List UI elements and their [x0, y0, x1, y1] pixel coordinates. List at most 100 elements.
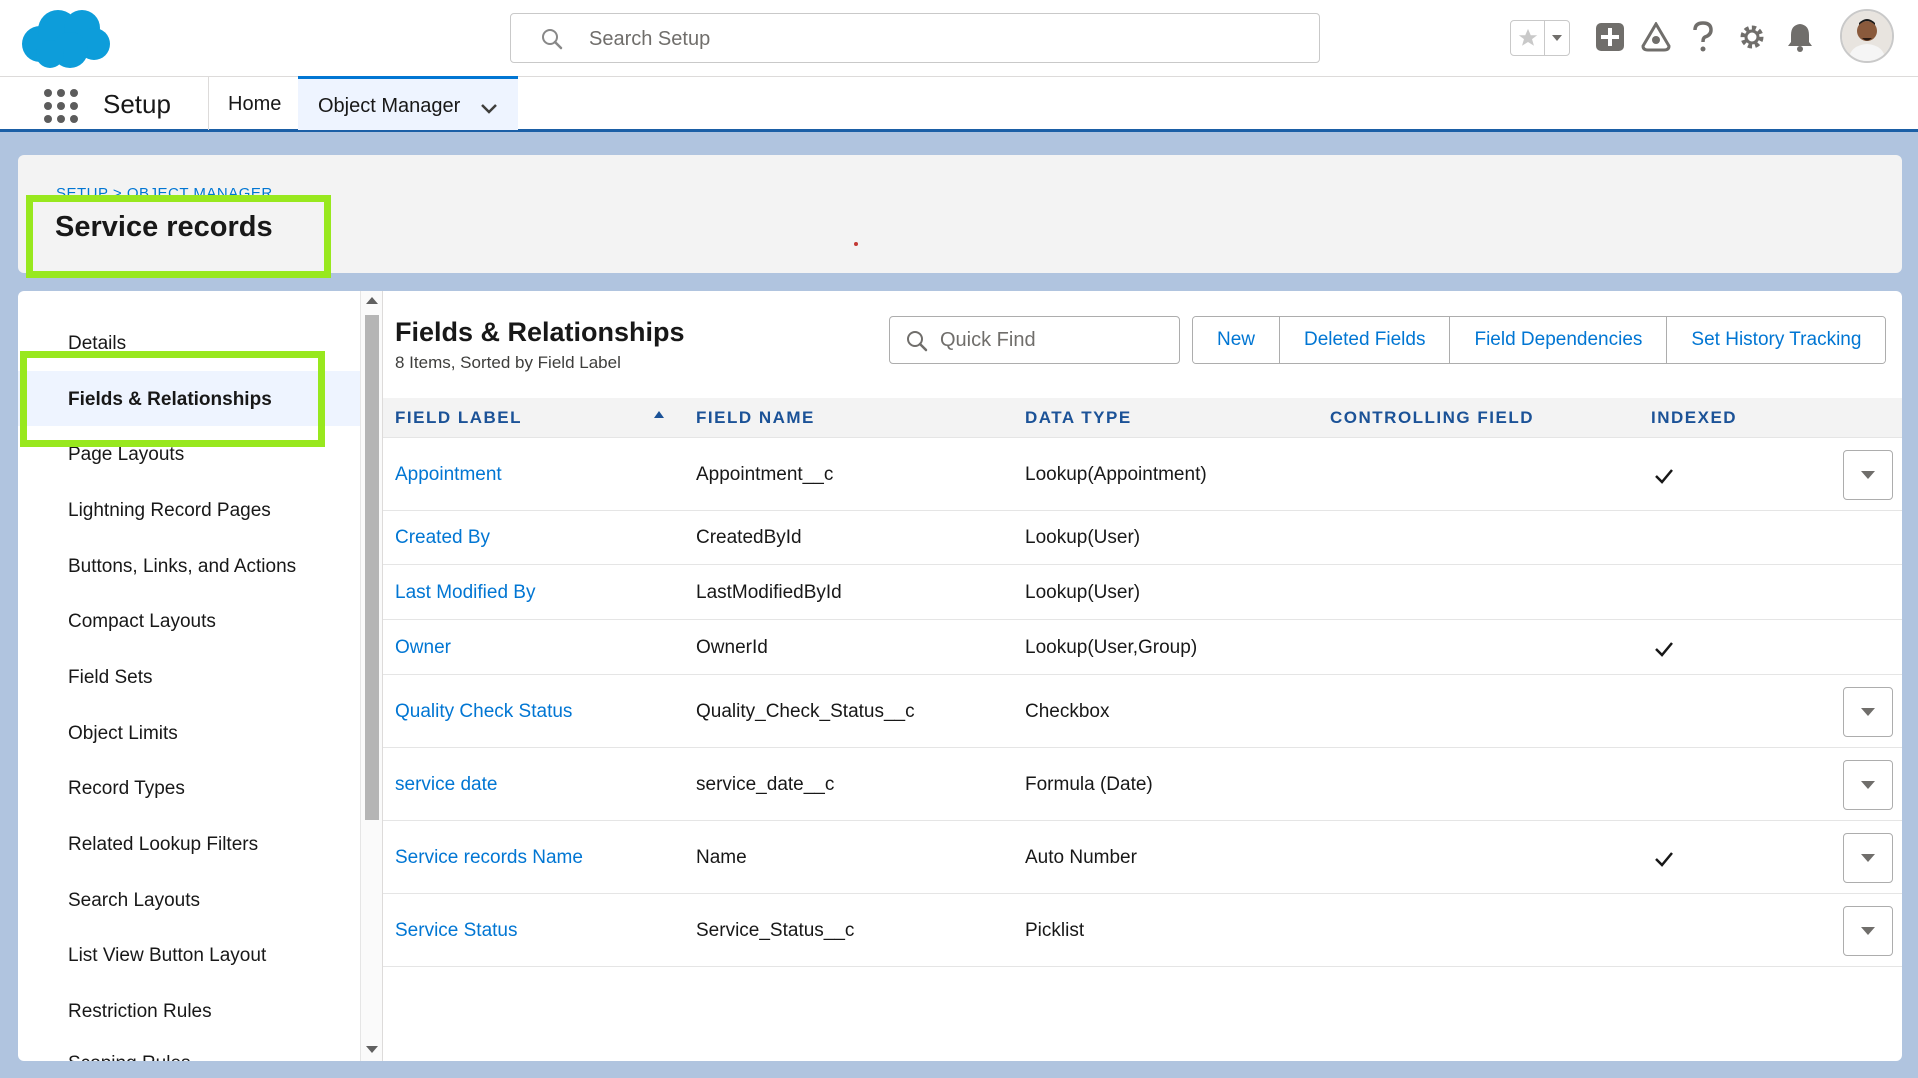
deleted-fields-button[interactable]: Deleted Fields	[1279, 317, 1450, 363]
indexed-check-icon	[1655, 642, 1673, 657]
field-label-link[interactable]: Created By	[395, 527, 490, 549]
sort-ascending-icon[interactable]	[654, 411, 664, 418]
column-header-controlling-field[interactable]: CONTROLLING FIELD	[1330, 408, 1534, 428]
favorites-button[interactable]	[1511, 21, 1545, 55]
column-header-field-name[interactable]: FIELD NAME	[696, 408, 815, 428]
favorites-list-button[interactable]	[1545, 21, 1569, 55]
nav-item-related-lookup-filters[interactable]: Related Lookup Filters	[68, 834, 258, 856]
field-label-link[interactable]: Service Status	[395, 920, 518, 942]
field-data-type: Checkbox	[1025, 701, 1110, 722]
field-dependencies-button[interactable]: Field Dependencies	[1449, 317, 1667, 363]
global-header: Search Setup	[0, 0, 1918, 76]
section-title: Fields & Relationships	[395, 317, 685, 347]
user-avatar[interactable]	[1840, 9, 1894, 63]
table-row: service date service_date__c Formula (Date…	[383, 748, 1902, 821]
setup-search-input[interactable]: Search Setup	[510, 13, 1320, 63]
field-api-name: OwnerId	[696, 637, 768, 658]
new-button[interactable]: New	[1193, 317, 1280, 363]
search-icon	[907, 331, 928, 352]
indexed-check-icon	[1655, 852, 1673, 867]
column-header-indexed[interactable]: INDEXED	[1651, 408, 1737, 428]
field-data-type: Lookup(Appointment)	[1025, 464, 1207, 485]
caret-down-icon	[1552, 35, 1562, 41]
field-data-type: Formula (Date)	[1025, 774, 1153, 795]
tab-home[interactable]: Home	[228, 93, 281, 116]
action-button-group: New Deleted Fields Field Dependencies Se…	[1192, 316, 1887, 364]
scroll-down-arrow-icon[interactable]	[366, 1046, 378, 1053]
nav-item-lightning-record-pages[interactable]: Lightning Record Pages	[68, 500, 271, 522]
plus-icon	[1596, 23, 1624, 51]
app-launcher-icon[interactable]	[44, 89, 78, 123]
field-label-link[interactable]: service date	[395, 774, 497, 796]
trailhead-button[interactable]	[1638, 18, 1674, 56]
salesforce-logo[interactable]	[20, 8, 112, 70]
field-data-type: Lookup(User)	[1025, 527, 1141, 548]
quick-find-placeholder: Quick Find	[940, 329, 1036, 351]
nav-item-scoping-rules[interactable]: Scoping Rules	[68, 1053, 191, 1061]
help-button[interactable]	[1685, 18, 1721, 56]
global-actions-button[interactable]	[1592, 18, 1628, 56]
bell-icon	[1788, 24, 1812, 52]
caret-down-icon	[1861, 471, 1875, 479]
search-icon	[542, 29, 563, 50]
column-header-field-label[interactable]: FIELD LABEL	[395, 408, 522, 428]
chevron-down-icon[interactable]	[478, 97, 500, 119]
field-api-name: Appointment__c	[696, 464, 834, 485]
object-page-header: SETUP > OBJECT MANAGER Service records	[18, 155, 1902, 278]
nav-item-record-types[interactable]: Record Types	[68, 778, 185, 800]
row-actions-button[interactable]	[1843, 760, 1893, 810]
field-data-type: Picklist	[1025, 920, 1085, 941]
nav-highlight-box	[20, 351, 325, 447]
nav-divider	[208, 77, 209, 130]
star-icon	[1518, 28, 1537, 46]
table-row: Service Status Service_Status__c Picklist	[383, 894, 1902, 967]
row-actions-button[interactable]	[1843, 450, 1893, 500]
field-label-link[interactable]: Service records Name	[395, 847, 583, 869]
field-api-name: Service_Status__c	[696, 920, 855, 941]
column-header-data-type[interactable]: DATA TYPE	[1025, 408, 1132, 428]
nav-item-compact-layouts[interactable]: Compact Layouts	[68, 611, 216, 633]
caret-down-icon	[1861, 708, 1875, 716]
caret-down-icon	[1861, 927, 1875, 935]
field-data-type: Lookup(User)	[1025, 582, 1141, 603]
nav-item-page-layouts[interactable]: Page Layouts	[68, 444, 184, 466]
app-name: Setup	[103, 89, 171, 119]
favorites-group	[1510, 20, 1570, 56]
question-mark-icon	[1693, 21, 1713, 52]
row-actions-button[interactable]	[1843, 906, 1893, 956]
table-row: Last Modified By LastModifiedById Lookup(U…	[383, 565, 1902, 620]
gear-icon	[1740, 25, 1764, 49]
field-data-type: Auto Number	[1025, 847, 1137, 868]
tab-object-manager-label: Object Manager	[318, 95, 461, 117]
context-bar: Setup Home Object Manager	[0, 76, 1918, 132]
field-label-link[interactable]: Appointment	[395, 464, 502, 486]
item-count-subtitle: 8 Items, Sorted by Field Label	[395, 353, 621, 372]
notifications-button[interactable]	[1782, 18, 1818, 56]
nav-item-search-layouts[interactable]: Search Layouts	[68, 890, 200, 912]
table-header-row: FIELD LABEL FIELD NAME DATA TYPE CONTROL…	[383, 398, 1902, 438]
tab-object-manager[interactable]: Object Manager	[298, 76, 518, 130]
row-actions-button[interactable]	[1843, 687, 1893, 737]
field-api-name: Name	[696, 847, 747, 868]
nav-item-object-limits[interactable]: Object Limits	[68, 723, 178, 745]
caret-down-icon	[1861, 854, 1875, 862]
setup-gear-button[interactable]	[1734, 18, 1770, 56]
nav-item-restriction-rules[interactable]: Restriction Rules	[68, 1001, 212, 1023]
row-actions-button[interactable]	[1843, 833, 1893, 883]
scrollbar-thumb[interactable]	[365, 315, 379, 820]
nav-item-list-view-button-layout[interactable]: List View Button Layout	[68, 945, 266, 967]
left-nav-scrollbar[interactable]	[360, 291, 382, 1061]
field-api-name: LastModifiedById	[696, 582, 842, 603]
field-api-name: Quality_Check_Status__c	[696, 701, 915, 722]
caret-down-icon	[1861, 781, 1875, 789]
field-label-link[interactable]: Owner	[395, 637, 451, 659]
field-label-link[interactable]: Last Modified By	[395, 582, 535, 604]
field-api-name: service_date__c	[696, 774, 835, 795]
indexed-check-icon	[1655, 469, 1673, 484]
nav-item-buttons-links-actions[interactable]: Buttons, Links, and Actions	[68, 556, 296, 578]
set-history-tracking-button[interactable]: Set History Tracking	[1666, 317, 1886, 363]
field-label-link[interactable]: Quality Check Status	[395, 701, 572, 723]
nav-item-field-sets[interactable]: Field Sets	[68, 667, 152, 689]
quick-find-input[interactable]: Quick Find	[889, 316, 1180, 364]
scroll-up-arrow-icon[interactable]	[366, 297, 378, 304]
